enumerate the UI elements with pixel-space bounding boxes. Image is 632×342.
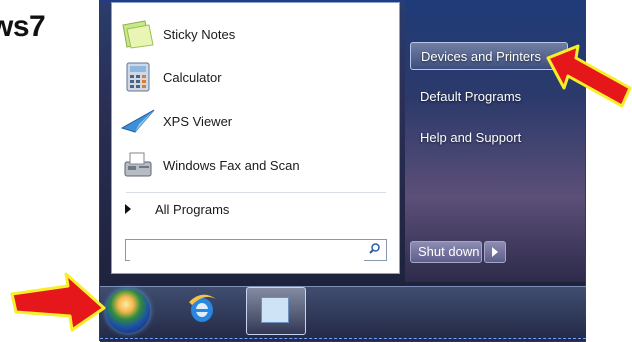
program-sticky-notes[interactable]: Sticky Notes — [112, 13, 399, 55]
control-panel-icon — [261, 297, 289, 323]
start-menu-programs-pane: Sticky Notes Calculator XPS Viewer Windo… — [111, 2, 400, 274]
help-and-support-link[interactable]: Help and Support — [410, 124, 570, 152]
devices-and-printers-link[interactable]: Devices and Printers — [410, 42, 568, 70]
search-field[interactable] — [130, 241, 364, 261]
calculator-icon — [121, 62, 155, 92]
taskbar — [100, 286, 586, 342]
shut-down-options-button[interactable] — [484, 241, 506, 263]
program-windows-fax-and-scan[interactable]: Windows Fax and Scan — [112, 144, 399, 186]
all-programs-label: All Programs — [155, 201, 230, 217]
program-calculator[interactable]: Calculator — [112, 56, 399, 98]
sticky-notes-icon — [121, 19, 155, 49]
control-panel-app-icon[interactable] — [246, 287, 306, 335]
start-orb[interactable] — [106, 289, 150, 333]
program-xps-viewer[interactable]: XPS Viewer — [112, 100, 399, 142]
taskbar-focus-outline — [100, 338, 586, 339]
program-label: Windows Fax and Scan — [163, 157, 300, 173]
arrow-to-devices-icon — [546, 44, 632, 108]
fax-scan-icon — [121, 150, 155, 180]
expand-arrow-icon — [125, 204, 131, 214]
shut-down-button[interactable]: Shut down — [410, 241, 482, 263]
program-label: Calculator — [163, 69, 222, 85]
divider — [126, 192, 386, 193]
search-icon — [369, 243, 380, 254]
xps-viewer-icon — [120, 106, 155, 136]
program-label: Sticky Notes — [163, 26, 236, 42]
internet-explorer-icon[interactable] — [186, 291, 218, 327]
program-label: XPS Viewer — [163, 113, 233, 129]
search-input[interactable] — [125, 239, 387, 261]
all-programs-button[interactable]: All Programs — [112, 195, 399, 223]
arrow-to-start-orb-icon — [10, 272, 106, 332]
